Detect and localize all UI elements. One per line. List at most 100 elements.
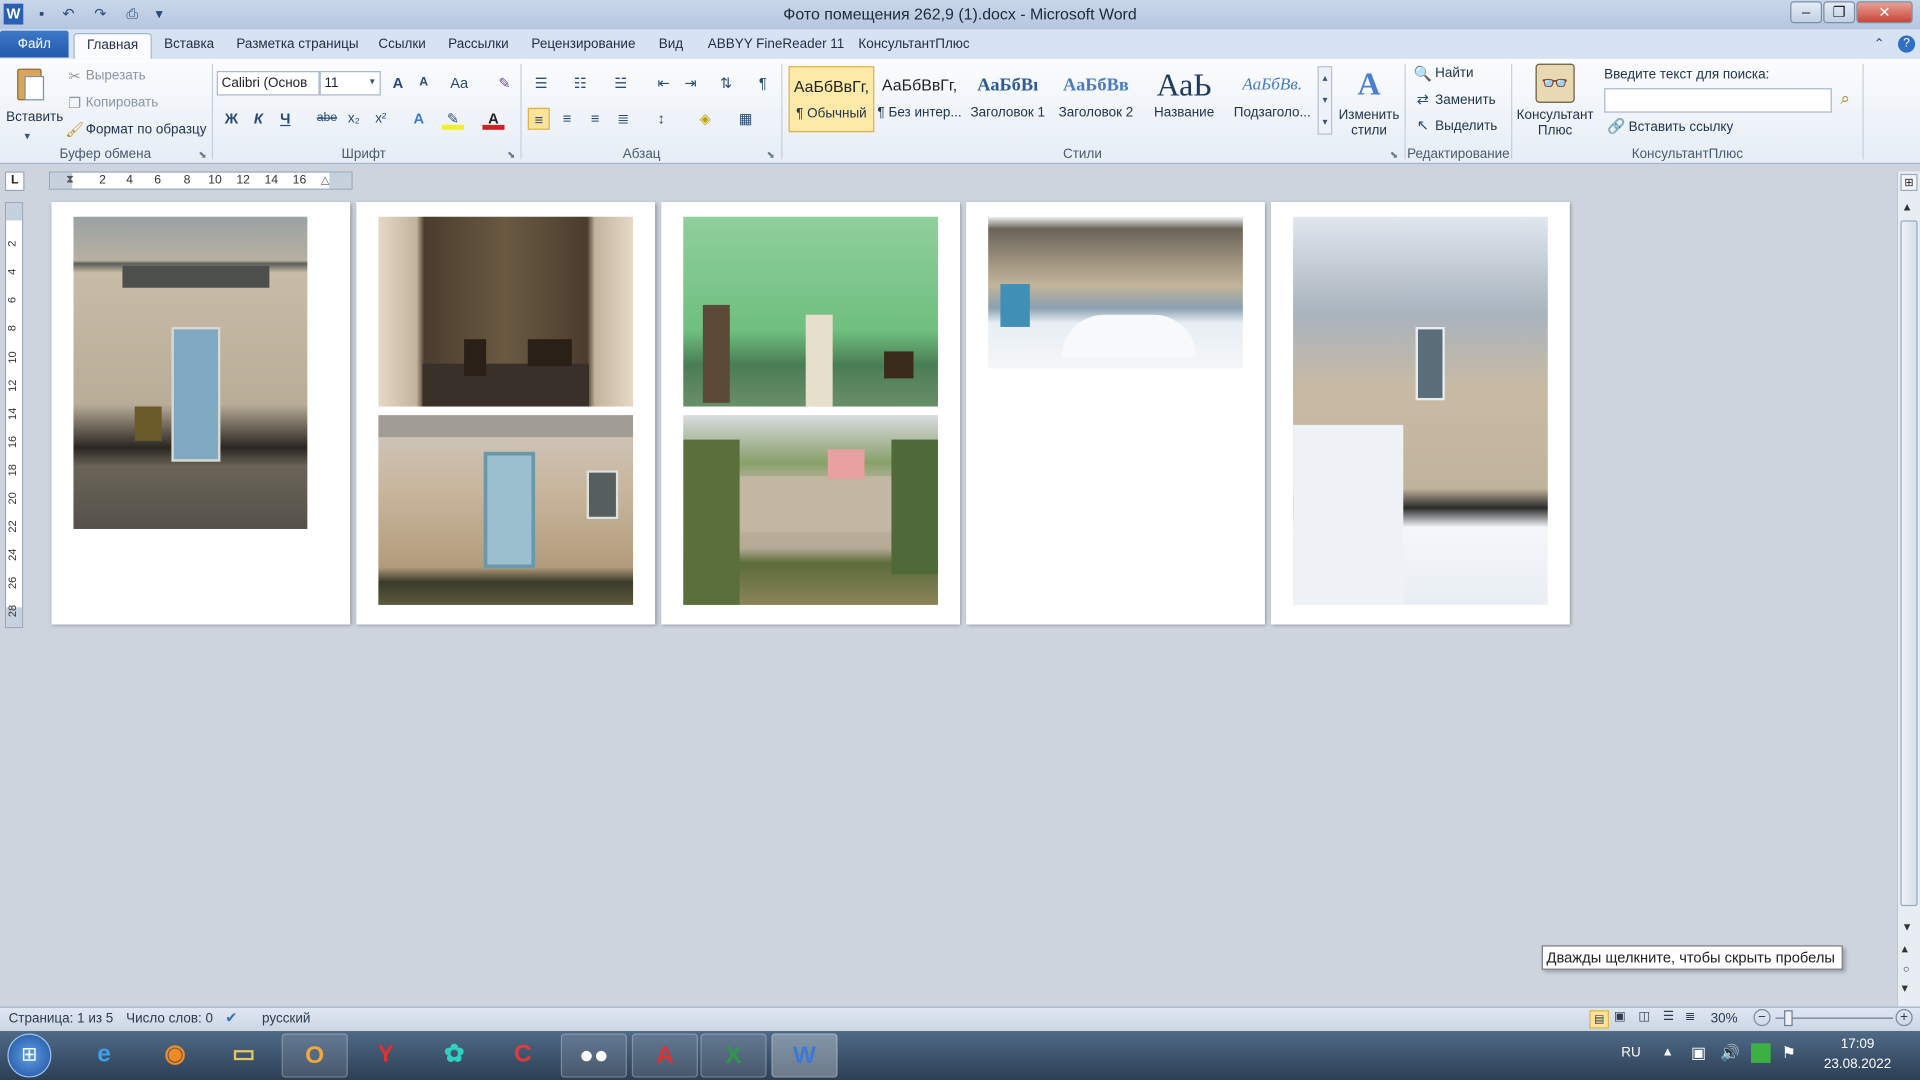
align-left-icon[interactable]: ≡ (527, 107, 550, 130)
grow-font-icon[interactable]: A (387, 72, 409, 94)
select-button[interactable]: Выделить (1435, 119, 1497, 134)
show-formatting-button[interactable]: ¶ (752, 72, 774, 94)
paste-icon[interactable] (10, 64, 52, 108)
underline-button[interactable]: Ч (274, 108, 296, 130)
line-spacing-icon[interactable]: ↕ (650, 108, 672, 130)
next-page-icon[interactable]: ▾ (1902, 982, 1908, 995)
ie-icon[interactable]: e (71, 1033, 137, 1077)
tab-view[interactable]: Вид (647, 33, 696, 59)
clipboard-launcher-icon[interactable]: ⬊ (198, 149, 206, 160)
web-layout-view-icon[interactable]: ◫ (1638, 1010, 1650, 1023)
decrease-indent-icon[interactable]: ⇤ (653, 72, 675, 94)
acrobat-icon[interactable]: A (631, 1033, 698, 1078)
align-right-icon[interactable]: ≡ (584, 108, 606, 130)
tab-review[interactable]: Рецензирование (519, 33, 648, 59)
scroll-thumb[interactable] (1900, 220, 1918, 907)
consultant-search-input[interactable] (1604, 88, 1832, 113)
help-icon[interactable]: ? (1897, 35, 1916, 53)
draft-view-icon[interactable]: ≣ (1685, 1010, 1695, 1023)
bullets-icon[interactable]: ☰ (530, 72, 552, 94)
scroll-up-icon[interactable]: ▲ (1902, 201, 1913, 213)
consultant-button[interactable]: Консультант Плюс (1516, 108, 1594, 140)
zoom-in-icon[interactable]: + (1895, 1008, 1913, 1027)
volume-icon[interactable]: 🔊 (1720, 1043, 1740, 1063)
tab-insert[interactable]: Вставка (152, 33, 227, 59)
strikethrough-button[interactable]: abe (313, 108, 340, 130)
show-hidden-icons-icon[interactable]: ▲ (1662, 1046, 1674, 1059)
outline-view-icon[interactable]: ☰ (1663, 1010, 1674, 1023)
tray-app-icon[interactable] (1751, 1043, 1771, 1063)
borders-icon[interactable]: ▦ (735, 108, 757, 130)
paste-button[interactable]: Вставить (6, 110, 63, 125)
tab-abbyy[interactable]: ABBYY FineReader 11 (696, 33, 857, 59)
bold-button[interactable]: Ж (220, 108, 242, 130)
people-app-icon[interactable]: ●● (560, 1033, 627, 1078)
clock-time[interactable]: 17:09 (1815, 1037, 1901, 1052)
find-button[interactable]: Найти (1435, 66, 1473, 81)
font-name-select[interactable]: Calibri (Основ (216, 71, 320, 96)
multilevel-list-icon[interactable]: ☱ (610, 72, 632, 94)
font-color-icon[interactable]: A (482, 108, 505, 130)
outlook-icon[interactable]: O (281, 1033, 348, 1078)
highlight-icon[interactable]: ✎ (442, 108, 465, 130)
italic-button[interactable]: К (247, 108, 269, 130)
tab-references[interactable]: Ссылки (366, 33, 438, 59)
document-page-1[interactable] (51, 202, 351, 625)
page-count[interactable]: Страница: 1 из 5 (9, 1011, 114, 1026)
change-case-icon[interactable]: Aa (446, 72, 473, 94)
maximize-button[interactable]: ❐ (1823, 1, 1856, 24)
indent-marker[interactable]: ⧗ (66, 173, 74, 186)
network-icon[interactable]: ▣ (1691, 1043, 1706, 1063)
tab-file[interactable]: Файл (0, 30, 69, 58)
copy-button[interactable]: Копировать (86, 96, 159, 111)
word-taskbar-icon[interactable]: W (771, 1033, 838, 1078)
tab-selector[interactable]: L (4, 171, 25, 192)
zoom-slider-track[interactable] (1775, 1017, 1894, 1019)
align-center-icon[interactable]: ≡ (556, 108, 578, 130)
browse-object-icon[interactable]: ○ (1903, 962, 1910, 974)
styles-scroll[interactable]: ▴ ▾ ▾ (1317, 66, 1333, 135)
firefox-icon[interactable]: ◉ (142, 1033, 208, 1077)
insert-link-button[interactable]: Вставить ссылку (1629, 120, 1734, 135)
style-heading-1[interactable]: АаБбВı Заголовок 1 (965, 66, 1051, 132)
replace-button[interactable]: Заменить (1435, 93, 1496, 108)
paste-dropdown-icon[interactable]: ▾ (24, 130, 30, 143)
style-heading-2[interactable]: АаБбВв Заголовок 2 (1053, 66, 1139, 132)
prev-page-icon[interactable]: ▴ (1902, 943, 1908, 956)
ribbon-collapse-icon[interactable]: ⌃ (1873, 36, 1884, 52)
font-launcher-icon[interactable]: ⬊ (507, 149, 515, 160)
styles-launcher-icon[interactable]: ⬊ (1390, 149, 1398, 160)
numbering-icon[interactable]: ☷ (569, 72, 591, 94)
word-count[interactable]: Число слов: 0 (126, 1011, 213, 1026)
style-subtitle[interactable]: АаБбВв. Подзаголо... (1229, 66, 1315, 132)
excel-icon[interactable]: X (700, 1033, 767, 1078)
increase-indent-icon[interactable]: ⇥ (680, 72, 702, 94)
clock-date[interactable]: 23.08.2022 (1815, 1057, 1901, 1072)
document-page-3[interactable] (661, 202, 961, 625)
cut-button[interactable]: Вырезать (86, 69, 146, 84)
format-painter-button[interactable]: Формат по образцу (86, 122, 207, 137)
style-normal[interactable]: АаБбВвГг, ¶ Обычный (788, 66, 875, 133)
explorer-icon[interactable]: ▭ (211, 1033, 277, 1077)
tab-page-layout[interactable]: Разметка страницы (224, 33, 371, 59)
close-button[interactable]: ✕ (1856, 1, 1913, 24)
zoom-level[interactable]: 30% (1711, 1011, 1738, 1026)
right-indent-marker[interactable]: △ (321, 174, 329, 187)
language-indicator[interactable]: русский (262, 1011, 310, 1026)
subscript-button[interactable]: x₂ (343, 108, 365, 130)
change-styles-button[interactable]: Изменить стили (1337, 108, 1401, 140)
paragraph-launcher-icon[interactable]: ⬊ (767, 149, 775, 160)
start-button[interactable]: ⊞ (7, 1033, 52, 1078)
style-title[interactable]: АаЬ Название (1141, 66, 1227, 132)
justify-icon[interactable]: ≣ (612, 108, 634, 130)
vertical-ruler[interactable]: 2 4 6 8 10 12 14 16 18 20 22 24 26 28 (4, 202, 24, 629)
clear-formatting-icon[interactable]: ✎ (493, 72, 515, 94)
tab-home[interactable]: Главная (73, 33, 152, 59)
document-page-4[interactable] (966, 202, 1265, 625)
font-size-dropdown-icon[interactable]: ▾ (370, 76, 375, 87)
zoom-slider-thumb[interactable] (1784, 1010, 1793, 1027)
shading-icon[interactable]: ◈ (694, 108, 716, 130)
sort-icon[interactable]: ⇅ (715, 72, 737, 94)
text-effects-icon[interactable]: A (408, 108, 430, 130)
document-page-5[interactable] (1271, 202, 1570, 625)
